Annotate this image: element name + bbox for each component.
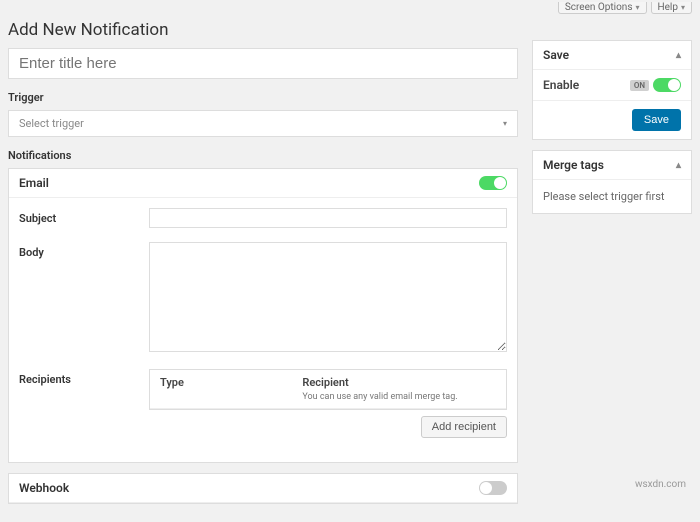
watermark: wsxdn.com — [635, 479, 686, 490]
enable-toggle[interactable] — [653, 78, 681, 92]
merge-tags-empty: Please select trigger first — [533, 180, 691, 213]
help-tab[interactable]: Help ▾ — [651, 2, 693, 14]
caret-up-icon[interactable]: ▴ — [676, 160, 681, 171]
subject-input[interactable] — [149, 208, 507, 228]
page-title: Add New Notification — [8, 20, 518, 40]
recipients-type-header: Type — [150, 370, 292, 408]
subject-label: Subject — [19, 208, 149, 225]
notification-title-input[interactable] — [8, 48, 518, 79]
add-recipient-button[interactable]: Add recipient — [421, 416, 507, 438]
merge-tags-panel: Merge tags ▴ Please select trigger first — [532, 150, 692, 214]
save-panel: Save ▴ Enable ON Save — [532, 40, 692, 140]
trigger-select[interactable]: Select trigger ▾ — [8, 110, 518, 137]
enable-label: Enable — [543, 78, 579, 92]
webhook-toggle[interactable] — [479, 481, 507, 495]
caret-down-icon: ▾ — [503, 119, 507, 128]
save-button[interactable]: Save — [632, 109, 681, 131]
screen-options-label: Screen Options — [565, 3, 633, 13]
save-panel-title: Save — [543, 48, 569, 62]
email-panel: Email Subject Body Recipients — [8, 168, 518, 463]
recipient-header-text: Recipient — [302, 376, 496, 389]
screen-options-tab[interactable]: Screen Options ▾ — [558, 2, 647, 14]
recipient-hint: You can use any valid email merge tag. — [302, 392, 457, 402]
email-toggle[interactable] — [479, 176, 507, 190]
recipients-recipient-header: Recipient You can use any valid email me… — [292, 370, 506, 408]
merge-tags-title: Merge tags — [543, 158, 604, 172]
recipients-label: Recipients — [19, 369, 149, 386]
help-label: Help — [658, 3, 678, 13]
notifications-heading: Notifications — [8, 149, 518, 162]
merge-tags-header[interactable]: Merge tags ▴ — [533, 151, 691, 180]
on-badge: ON — [630, 80, 649, 91]
caret-down-icon: ▾ — [681, 3, 685, 13]
body-label: Body — [19, 242, 149, 259]
body-textarea[interactable] — [149, 242, 507, 352]
caret-down-icon: ▾ — [635, 3, 639, 13]
webhook-panel: Webhook — [8, 473, 518, 504]
caret-up-icon[interactable]: ▴ — [676, 50, 681, 61]
save-panel-header[interactable]: Save ▴ — [533, 41, 691, 70]
recipients-table: Type Recipient You can use any valid ema… — [149, 369, 507, 410]
email-panel-header[interactable]: Email — [9, 169, 517, 198]
webhook-panel-header[interactable]: Webhook — [9, 474, 517, 503]
trigger-select-placeholder: Select trigger — [19, 117, 84, 130]
trigger-heading: Trigger — [8, 91, 518, 104]
email-panel-title: Email — [19, 176, 49, 190]
webhook-panel-title: Webhook — [19, 481, 69, 495]
